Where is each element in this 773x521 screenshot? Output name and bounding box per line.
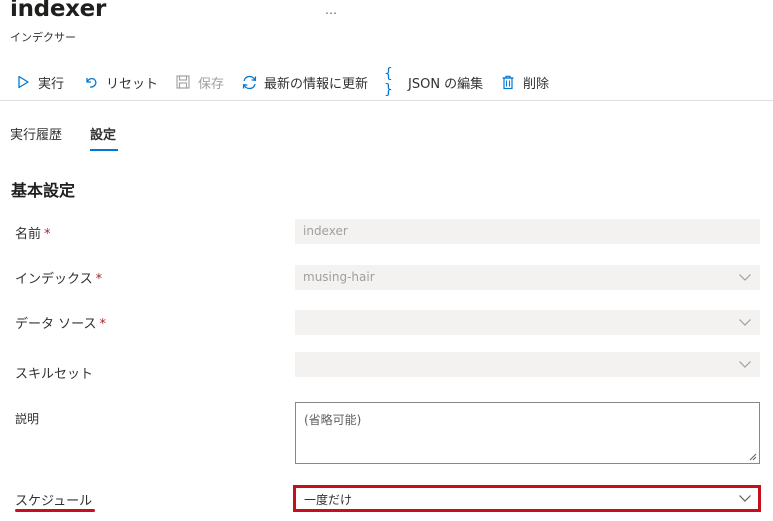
tab-settings[interactable]: 設定 — [90, 124, 116, 143]
schedule-highlight-underline — [15, 509, 95, 512]
chevron-down-icon — [739, 495, 751, 502]
trash-icon — [499, 73, 517, 91]
schedule-select[interactable]: 一度だけ — [293, 485, 761, 512]
edit-json-button[interactable]: { } JSON の編集 — [384, 66, 484, 98]
edit-json-label: JSON の編集 — [408, 76, 484, 92]
delete-button[interactable]: 削除 — [499, 71, 549, 93]
refresh-button[interactable]: 最新の情報に更新 — [240, 71, 368, 93]
tab-run-history[interactable]: 実行履歴 — [10, 124, 62, 143]
skillset-label: スキルセット — [15, 367, 94, 382]
page-title: indexer — [10, 0, 106, 22]
chevron-down-icon — [739, 319, 751, 326]
required-marker: * — [95, 272, 103, 287]
braces-icon: { } — [384, 66, 393, 98]
description-label: 説明 — [15, 412, 40, 426]
save-label: 保存 — [198, 76, 225, 92]
resize-grip-icon[interactable] — [748, 452, 757, 461]
required-marker: * — [44, 227, 51, 242]
run-label: 実行 — [38, 76, 65, 92]
command-bar: 実行 リセット 保存 最新の情報に更新 { } JSON の編集 削除 — [0, 64, 773, 101]
schedule-value: 一度だけ — [304, 493, 353, 507]
datasource-select[interactable] — [295, 310, 760, 335]
index-value: musing-hair — [303, 270, 375, 284]
required-marker: * — [99, 317, 106, 332]
run-button[interactable]: 実行 — [14, 71, 64, 93]
chevron-down-icon — [739, 361, 751, 368]
section-title: 基本設定 — [11, 181, 76, 200]
active-tab-indicator — [90, 149, 118, 151]
refresh-icon — [240, 73, 258, 91]
more-options-button[interactable]: … — [325, 3, 338, 17]
skillset-select[interactable] — [295, 352, 760, 377]
play-icon — [14, 73, 32, 91]
reset-label: リセット — [106, 76, 159, 92]
undo-icon — [82, 73, 100, 91]
delete-label: 削除 — [523, 76, 550, 92]
page-subtitle: インデクサー — [10, 31, 76, 44]
save-button[interactable]: 保存 — [174, 71, 224, 93]
index-label: インデックス * — [15, 272, 103, 287]
index-select[interactable]: musing-hair — [295, 265, 760, 290]
description-placeholder: (省略可能) — [304, 413, 362, 427]
datasource-label: データ ソース * — [15, 317, 106, 332]
description-textarea[interactable]: (省略可能) — [295, 402, 760, 464]
name-label: 名前 * — [15, 227, 51, 242]
name-field[interactable]: indexer — [295, 219, 760, 244]
refresh-label: 最新の情報に更新 — [264, 76, 369, 92]
save-icon — [174, 73, 192, 91]
chevron-down-icon — [739, 274, 751, 281]
reset-button[interactable]: リセット — [82, 71, 158, 93]
schedule-label: スケジュール — [15, 494, 93, 509]
